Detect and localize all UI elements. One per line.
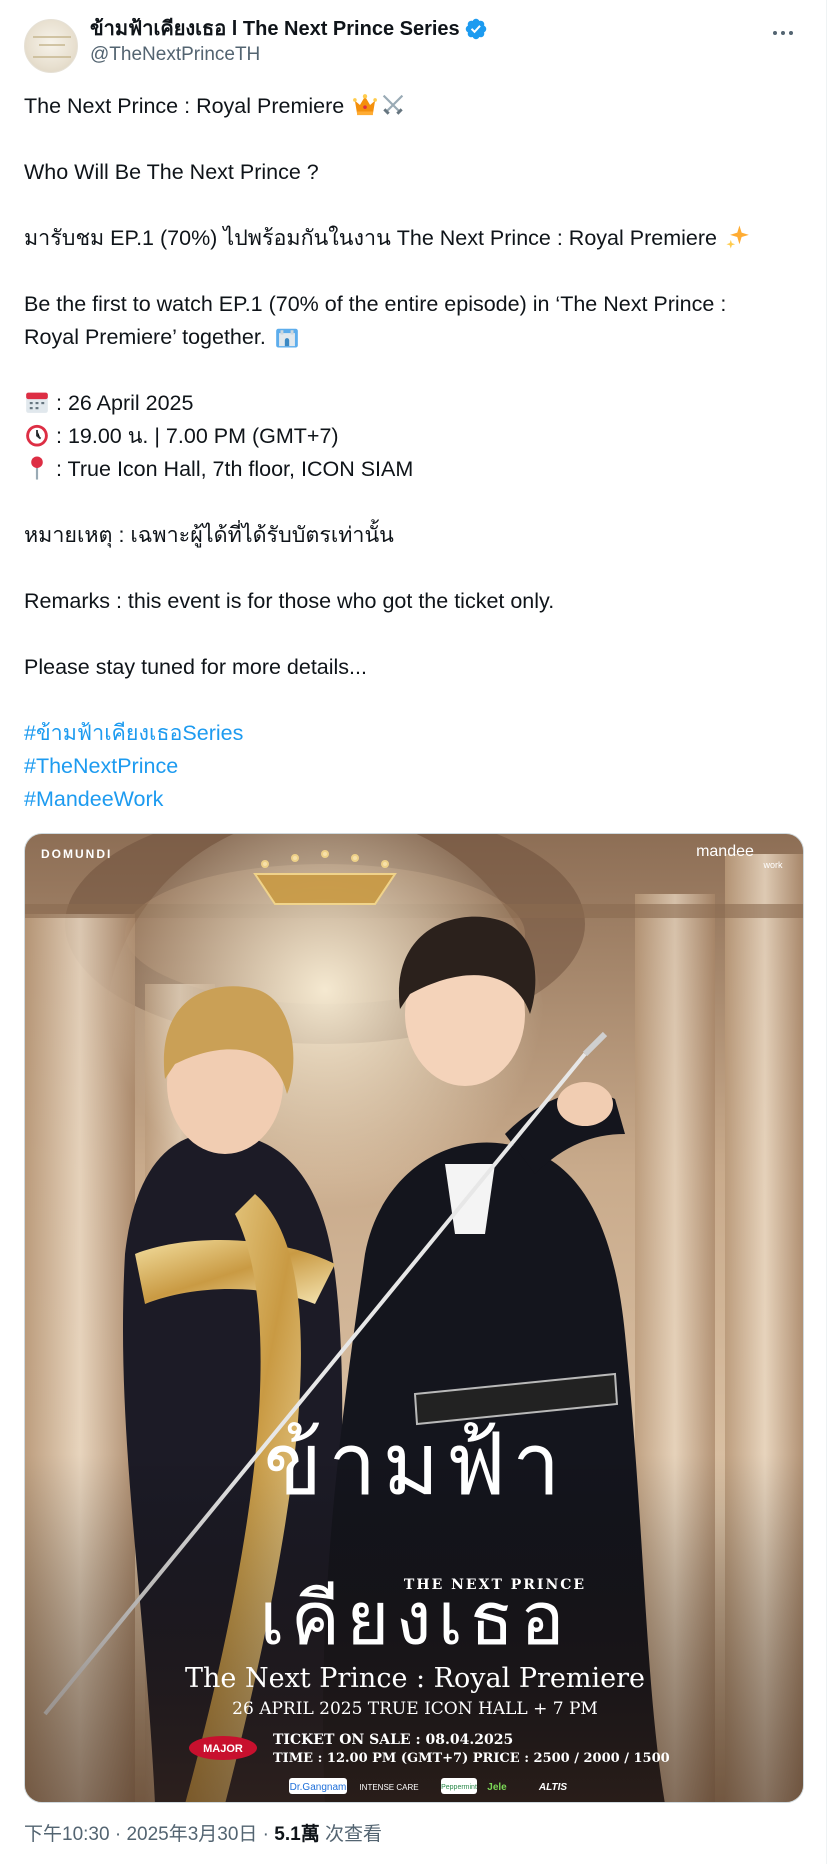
tweet-line-title: The Next Prince : Royal Premiere [24,90,804,123]
more-dot-icon [781,31,785,35]
author-handle[interactable]: @TheNextPrinceTH [90,42,488,68]
hashtag-link[interactable]: #ข้ามฟ้าเคียงเธอSeries [24,717,804,750]
author-display-name[interactable]: ข้ามฟ้าเคียงเธอ l The Next Prince Series [90,16,460,42]
alarm-clock-emoji [26,424,48,447]
footer-separator: · [257,1824,275,1845]
hashtag-link[interactable]: #MandeeWork [24,783,804,816]
author-info: ข้ามฟ้าเคียงเธอ l The Next Prince Series… [90,16,488,68]
poster-image: DOMUNDI mandee work ข้ามฟ้า THE NEXT PRI… [25,834,803,1802]
tweet-media-poster[interactable]: DOMUNDI mandee work ข้ามฟ้า THE NEXT PRI… [24,833,804,1803]
castle-emoji [275,328,298,348]
crossed-swords-emoji [383,94,404,115]
round-pushpin-emoji [31,456,43,480]
tweet-date[interactable]: 2025年3月30日 [126,1824,257,1845]
tweet-line-thai-remark: หมายเหตุ : เฉพาะผู้ได้ที่ได้รับบัตรเท่าน… [24,523,394,547]
tweet-line-stay-tuned: Please stay tuned for more details... [24,655,367,679]
poster-ticket-line: TICKET ON SALE : 08.04.2025 [273,1732,513,1748]
poster-sponsor: Dr.Gangnam [290,1782,347,1793]
tweet-line-en-invite-2: Royal Premiere’ together. [24,321,804,354]
tweet-timestamp-views: 下午10:30 · 2025年3月30日 · 5.1萬 次查看 [24,1822,382,1848]
calendar-emoji [26,392,48,413]
tweet-article: ข้ามฟ้าเคียงเธอ l The Next Prince Series… [0,0,827,1864]
more-dot-icon [789,31,793,35]
poster-sponsor: Jele [487,1782,507,1793]
sparkles-emoji [726,225,749,249]
views-count[interactable]: 5.1萬 [274,1824,319,1845]
avatar[interactable] [24,19,78,73]
poster-brand-left: DOMUNDI [41,847,112,861]
poster-brand-right-sub: work [762,860,783,870]
tweet-line-question: Who Will Be The Next Prince ? [24,160,319,184]
poster-sponsor: INTENSE CARE [359,1783,418,1792]
tweet-line-remarks: Remarks : this event is for those who go… [24,589,555,613]
tweet-line-time: : 19.00 น. | 7.00 PM (GMT+7) [24,420,804,453]
tweet-line-thai-invite: มารับชม EP.1 (70%) ไปพร้อมกันในงาน The N… [24,222,804,255]
tweet-time[interactable]: 下午10:30 [24,1824,110,1845]
poster-sponsor: Peppermint [441,1784,477,1791]
footer-separator: · [109,1824,127,1845]
tweet-line-date: : 26 April 2025 [24,387,804,420]
poster-title-thai-1: ข้ามฟ้า [264,1415,567,1515]
poster-sponsor-major: MAJOR [203,1743,243,1755]
tweet-header: ข้ามฟ้าเคียงเธอ l The Next Prince Series… [24,14,806,74]
poster-event-details: 26 APRIL 2025 TRUE ICON HALL + 7 PM [232,1699,598,1719]
more-options-button[interactable] [768,18,798,48]
poster-title-thai-2: เคียงเธอ [259,1576,570,1662]
views-label: 次查看 [319,1824,382,1845]
hashtag-link[interactable]: #TheNextPrince [24,750,804,783]
more-dot-icon [773,31,777,35]
poster-event-name: The Next Prince : Royal Premiere [185,1663,645,1694]
crown-emoji [353,94,378,116]
tweet-line-location: : True Icon Hall, 7th floor, ICON SIAM [24,453,804,486]
poster-sponsor: ALTIS [538,1782,567,1793]
verified-badge-icon [465,18,486,40]
poster-brand-right: mandee [696,843,754,860]
poster-time-price: TIME : 12.00 PM (GMT+7) PRICE : 2500 / 2… [273,1751,670,1766]
tweet-line-en-invite-1: Be the first to watch EP.1 (70% of the e… [24,292,727,316]
tweet-text: The Next Prince : Royal Premiere Who Wil… [24,90,804,816]
